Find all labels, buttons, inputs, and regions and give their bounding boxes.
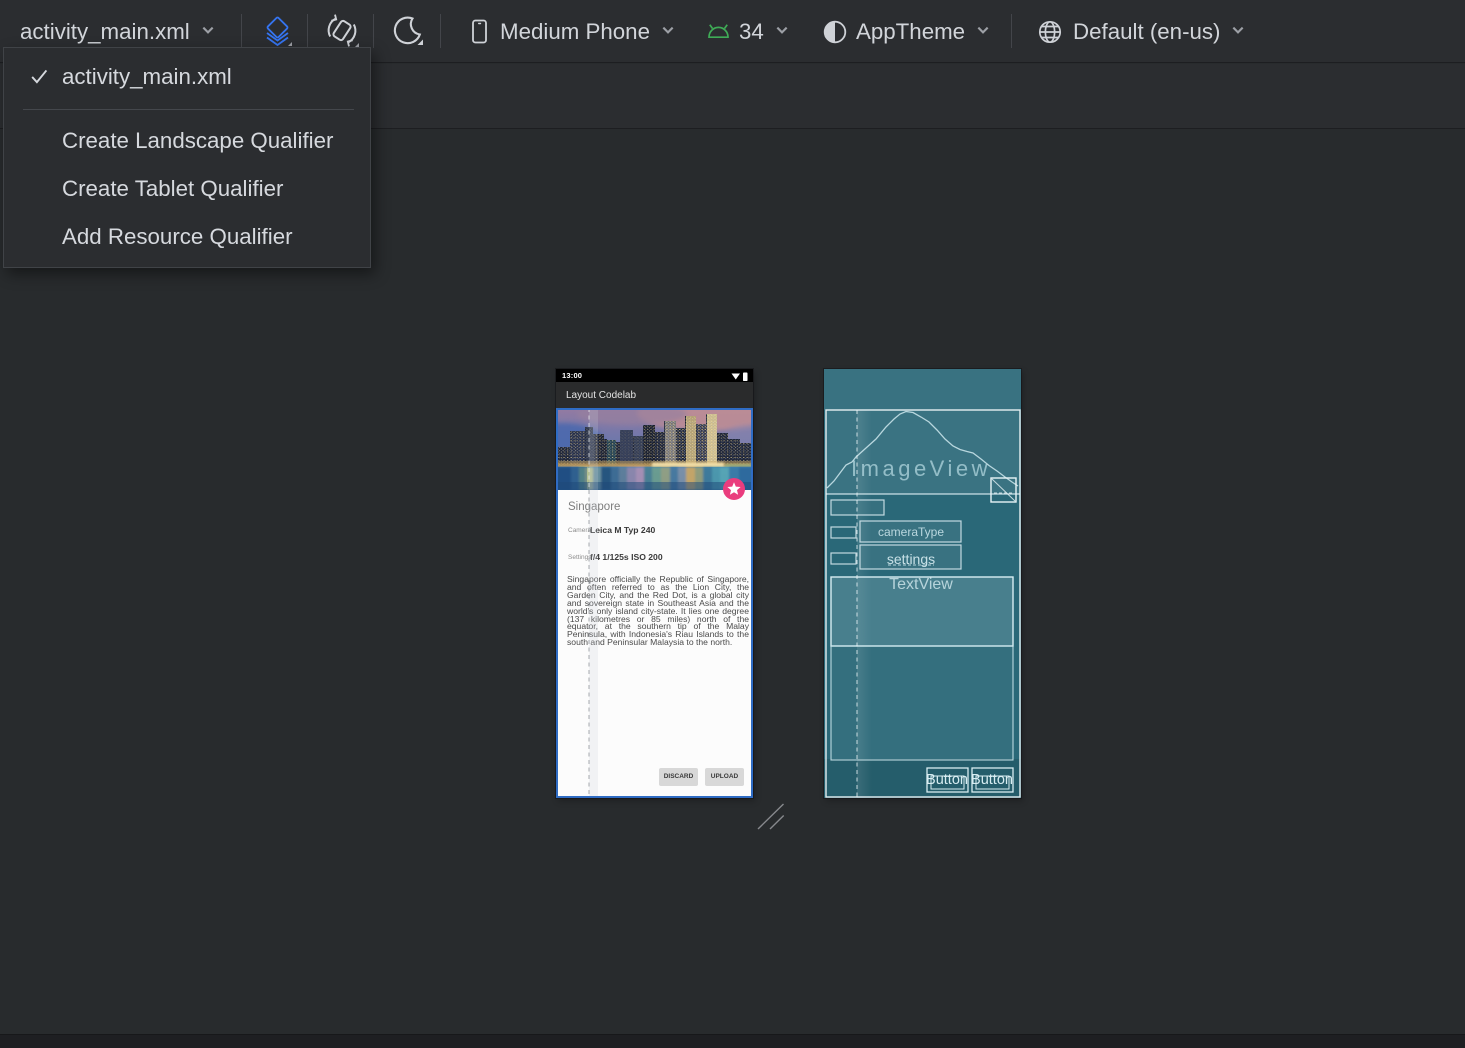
svg-text:Button: Button: [971, 772, 1013, 788]
svg-text:ImageView: ImageView: [851, 456, 991, 481]
svg-text:cameraType: cameraType: [878, 525, 944, 539]
svg-text:Button: Button: [926, 772, 968, 788]
